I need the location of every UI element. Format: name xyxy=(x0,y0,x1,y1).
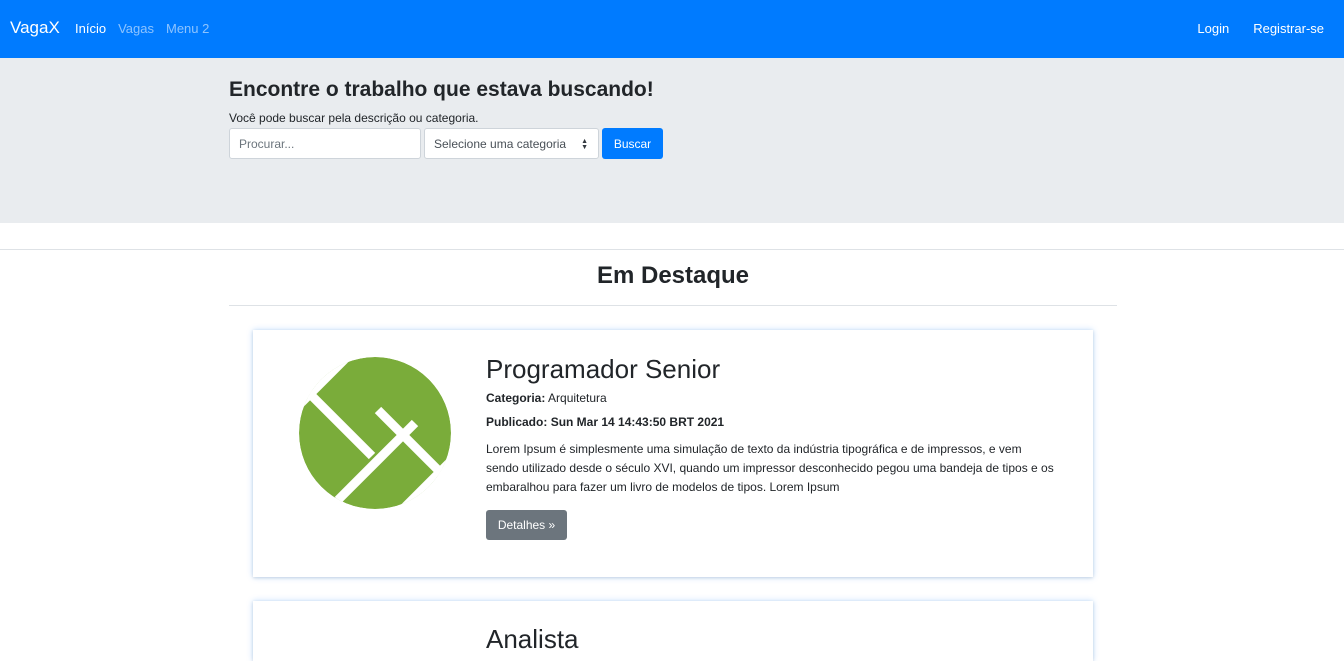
search-hero: Encontre o trabalho que estava buscando!… xyxy=(0,58,1344,223)
select-arrows-icon: ▲ ▼ xyxy=(581,138,588,151)
nav-link-inicio[interactable]: Início xyxy=(75,21,106,36)
published-label: Publicado: xyxy=(486,415,548,429)
category-label: Categoria: xyxy=(486,391,546,405)
job-title: Analista xyxy=(486,624,579,654)
section-divider xyxy=(0,249,1344,250)
job-card: Analista xyxy=(253,601,1093,661)
job-description: Lorem Ipsum é simplesmente uma simulação… xyxy=(486,442,1054,494)
category-select-value: Selecione uma categoria xyxy=(434,136,567,151)
category-select[interactable]: Selecione uma categoria ▲ ▼ xyxy=(424,128,599,159)
published-value: Sun Mar 14 14:43:50 BRT 2021 xyxy=(550,415,725,429)
category-value: Arquitetura xyxy=(548,391,607,405)
register-link[interactable]: Registrar-se xyxy=(1253,21,1324,36)
hero-subtitle: Você pode buscar pela descrição ou categ… xyxy=(229,111,479,125)
featured-title: Em Destaque xyxy=(596,262,750,289)
featured-rule xyxy=(229,305,1117,306)
job-card: Programador Senior Categoria: Arquitetur… xyxy=(253,330,1093,577)
nav-links: Início Vagas Menu 2 xyxy=(75,21,221,36)
job-published: Publicado: Sun Mar 14 14:43:50 BRT 2021 xyxy=(486,415,724,429)
nav-link-vagas[interactable]: Vagas xyxy=(118,21,154,36)
login-link[interactable]: Login xyxy=(1197,21,1229,36)
job-title: Programador Senior xyxy=(486,354,721,384)
brand-link[interactable]: VagaX xyxy=(10,18,60,38)
hero-title: Encontre o trabalho que estava buscando! xyxy=(229,78,654,101)
nav-link-menu-2[interactable]: Menu 2 xyxy=(166,21,209,36)
top-navbar: VagaX Início Vagas Menu 2 Login Registra… xyxy=(0,0,1344,58)
search-input[interactable] xyxy=(229,128,421,159)
nav-auth-links: Login Registrar-se xyxy=(1173,21,1324,36)
details-button[interactable]: Detalhes » xyxy=(486,510,567,540)
job-category: Categoria: Arquitetura xyxy=(486,391,607,405)
search-button[interactable]: Buscar xyxy=(602,128,663,159)
green-circle-logo-icon xyxy=(299,357,451,509)
